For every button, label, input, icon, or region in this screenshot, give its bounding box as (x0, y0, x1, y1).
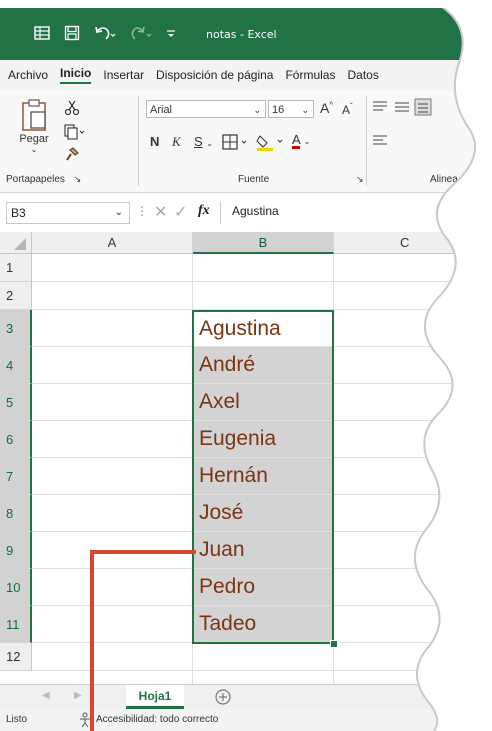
annotation-connector-line (90, 550, 196, 731)
excel-window: notas - Excel Archivo Inicio Insertar Di… (0, 0, 492, 731)
